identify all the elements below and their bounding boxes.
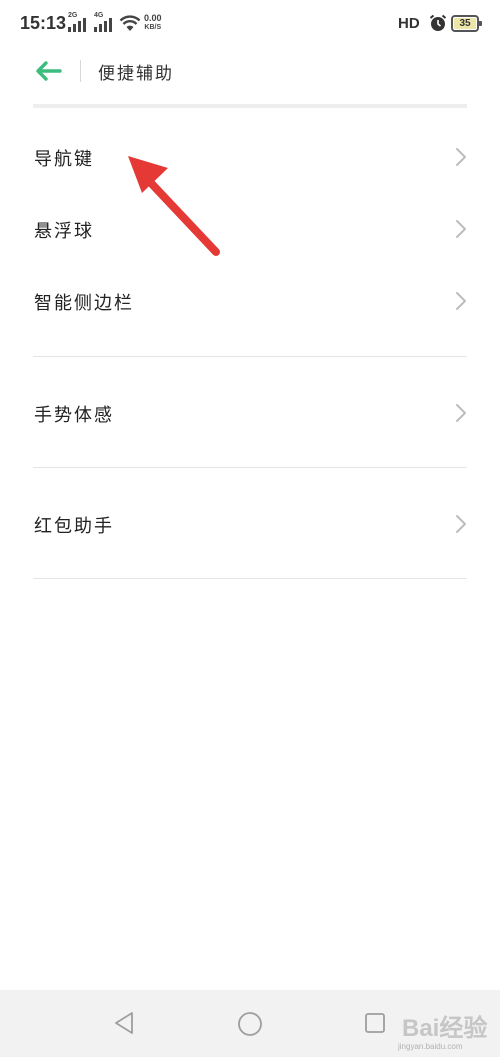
triangle-back-icon[interactable] xyxy=(112,1010,136,1036)
battery-icon: 35 xyxy=(451,15,482,32)
section-divider xyxy=(33,578,467,579)
chevron-right-icon xyxy=(456,148,466,166)
watermark: Bai经验 jingyan.baidu.com xyxy=(382,1008,500,1056)
battery-level: 35 xyxy=(459,18,471,29)
arrow-left-icon xyxy=(36,61,62,81)
wifi-icon xyxy=(119,15,141,31)
alarm-clock-icon xyxy=(429,14,447,31)
circle-home-icon[interactable] xyxy=(236,1010,264,1038)
chevron-right-icon xyxy=(456,515,466,533)
chevron-right-icon xyxy=(456,292,466,310)
chevron-right-icon xyxy=(456,404,466,422)
menu-item-label: 智能侧边栏 xyxy=(34,293,134,314)
watermark-subtext: jingyan.baidu.com xyxy=(398,1042,463,1051)
speed-unit: KB/S xyxy=(144,24,162,31)
menu-item-gestures[interactable]: 手势体感 xyxy=(0,383,500,443)
page-title: 便捷辅助 xyxy=(98,64,174,84)
status-time: 15:13 xyxy=(20,13,67,33)
menu-item-label: 红包助手 xyxy=(34,516,114,537)
menu-item-navigation-keys[interactable]: 导航键 xyxy=(0,127,500,187)
chevron-right-icon xyxy=(456,220,466,238)
back-button[interactable] xyxy=(30,56,66,86)
network-speed: 0.00 KB/S xyxy=(144,14,162,32)
header-bottom-divider xyxy=(33,104,467,108)
menu-item-label: 导航键 xyxy=(34,149,94,170)
red-pointer-arrow-icon xyxy=(128,156,220,256)
section-divider xyxy=(33,356,467,357)
menu-item-label: 悬浮球 xyxy=(34,221,94,242)
menu-item-label: 手势体感 xyxy=(34,405,114,426)
menu-item-smart-sidebar[interactable]: 智能侧边栏 xyxy=(0,271,500,331)
section-divider xyxy=(33,467,467,468)
battery-nub xyxy=(479,21,482,26)
status-bar: 15:13 2G 4G 0.00 KB/S HD 35 xyxy=(0,0,500,48)
speed-value: 0.00 xyxy=(144,13,162,23)
hd-indicator: HD xyxy=(398,15,420,32)
menu-item-red-packet-assistant[interactable]: 红包助手 xyxy=(0,494,500,554)
page-header: 便捷辅助 xyxy=(0,50,500,100)
menu-item-floating-ball[interactable]: 悬浮球 xyxy=(0,199,500,259)
header-divider xyxy=(80,60,81,82)
screen: 15:13 2G 4G 0.00 KB/S HD 35 便捷辅助 导航键 悬浮球… xyxy=(0,0,500,1057)
watermark-text: Bai经验 xyxy=(402,1015,488,1042)
